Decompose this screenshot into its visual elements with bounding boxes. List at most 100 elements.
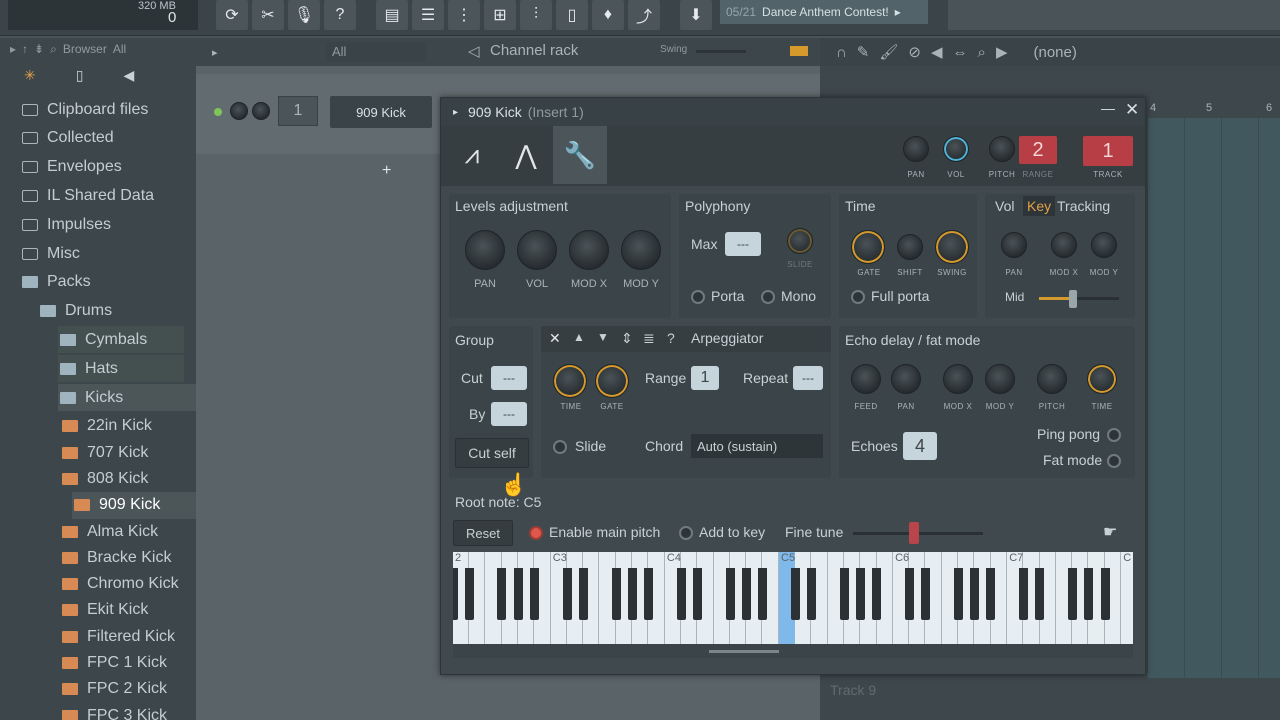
browser-item[interactable]: Drums — [40, 298, 112, 325]
pitch-knob[interactable] — [989, 136, 1015, 162]
max-voices-spinner[interactable]: --- — [725, 232, 761, 256]
hand-icon[interactable]: ☛ — [1103, 522, 1117, 542]
levels-pan-knob[interactable] — [465, 230, 505, 270]
black-key[interactable] — [578, 568, 588, 620]
black-key[interactable] — [513, 568, 523, 620]
levels-modx-knob[interactable] — [569, 230, 609, 270]
minimize-icon[interactable]: — — [1101, 100, 1115, 116]
black-key[interactable] — [725, 568, 735, 620]
white-key[interactable] — [1121, 552, 1133, 644]
browser-filter[interactable]: All — [113, 42, 126, 56]
channel-led[interactable] — [214, 108, 222, 116]
range-spinner[interactable]: 1 — [691, 366, 719, 390]
repeat-spinner[interactable]: --- — [793, 366, 823, 390]
news-hint-bar[interactable]: 05/21 Dance Anthem Contest! ▸ — [720, 0, 928, 24]
question-icon[interactable]: ? — [667, 330, 675, 346]
black-key[interactable] — [953, 568, 963, 620]
piano-keyboard[interactable]: 2 C3 C4 C5 C6 C7 C — [453, 552, 1133, 644]
add-channel-button[interactable]: + — [382, 162, 391, 180]
black-key[interactable] — [921, 568, 931, 620]
browser-item[interactable]: Clipboard files — [22, 96, 148, 123]
volume-knob[interactable] — [943, 136, 969, 162]
slide-knob[interactable] — [787, 228, 813, 254]
black-key[interactable] — [530, 568, 539, 620]
zoom-icon[interactable]: ⌕ — [978, 44, 986, 61]
black-key[interactable] — [807, 568, 817, 620]
browser-item[interactable]: Packs — [22, 269, 91, 296]
arp-time-knob[interactable] — [553, 364, 587, 398]
browser-item[interactable]: FPC 2 Kick — [62, 676, 167, 703]
speaker-icon[interactable]: ◀ — [123, 67, 134, 84]
browser-toggle-button[interactable]: ⤴ — [628, 0, 660, 30]
black-key[interactable] — [676, 568, 686, 620]
levels-vol-knob[interactable] — [517, 230, 557, 270]
ping-pong-radio[interactable] — [1107, 428, 1121, 442]
brush-icon[interactable]: 🖌 — [879, 43, 898, 61]
browser-item[interactable]: Collected — [22, 125, 114, 152]
file-icon[interactable]: ▯ — [76, 67, 84, 84]
swing-slider[interactable] — [696, 50, 746, 53]
add-to-key-radio[interactable] — [679, 526, 693, 540]
channel-pan-knob[interactable] — [230, 102, 248, 120]
browser-item[interactable]: 707 Kick — [62, 439, 148, 466]
slide-radio[interactable] — [553, 440, 567, 454]
browser-item[interactable]: Hats — [58, 355, 184, 383]
play-icon[interactable]: ▶ — [996, 43, 1008, 61]
echo-pan-knob[interactable] — [891, 364, 921, 394]
channel-vol-knob[interactable] — [252, 102, 270, 120]
tree-icon[interactable]: ⇟ — [34, 42, 44, 56]
black-key[interactable] — [644, 568, 654, 620]
mono-radio[interactable] — [761, 290, 775, 304]
mixer-track-value[interactable]: 1 — [1083, 136, 1133, 166]
black-key[interactable] — [872, 568, 882, 620]
echoes-spinner[interactable]: 4 — [903, 432, 937, 460]
black-key[interactable] — [904, 568, 914, 620]
reset-button[interactable]: Reset — [453, 520, 513, 546]
black-key[interactable] — [986, 568, 996, 620]
browser-item[interactable]: Filtered Kick — [62, 623, 175, 650]
plugin-title-bar[interactable]: ▸ 909 Kick (Insert 1) — ✕ — [441, 98, 1145, 126]
tab-envelope[interactable]: ⋀ — [499, 126, 553, 184]
black-key[interactable] — [1035, 568, 1045, 620]
full-porta-radio[interactable] — [851, 290, 865, 304]
black-key[interactable] — [562, 568, 572, 620]
rack-filter-dropdown[interactable]: All — [326, 42, 426, 62]
graph-editor-icon[interactable] — [790, 46, 808, 56]
tracking-mody-knob[interactable] — [1091, 232, 1117, 258]
browser-item[interactable]: Bracke Kick — [62, 544, 171, 571]
echo-mody-knob[interactable] — [985, 364, 1015, 394]
up-down-icon[interactable]: ⇕ — [621, 330, 633, 347]
mid-slider-handle[interactable] — [1069, 290, 1077, 308]
arrow-up-icon[interactable]: ▲ — [573, 330, 585, 344]
fat-mode-radio[interactable] — [1107, 454, 1121, 468]
browser-item[interactable]: Impulses — [22, 211, 111, 238]
black-key[interactable] — [758, 568, 768, 620]
chevron-right-icon[interactable]: ▸ — [453, 107, 458, 118]
browser-item[interactable]: FPC 1 Kick — [62, 650, 167, 677]
browser-item[interactable]: 22in Kick — [62, 413, 152, 440]
black-key[interactable] — [741, 568, 751, 620]
mixer-faders-button[interactable]: ⫶ — [520, 0, 552, 30]
black-key[interactable] — [611, 568, 621, 620]
browser-item[interactable]: Cymbals — [58, 326, 184, 354]
black-key[interactable] — [1019, 568, 1028, 620]
tab-misc[interactable]: 🔧 — [553, 126, 607, 184]
black-key[interactable] — [856, 568, 865, 620]
channel-name-button[interactable]: 909 Kick — [330, 96, 432, 128]
pencil-icon[interactable]: ✎ — [857, 43, 870, 61]
echo-modx-knob[interactable] — [943, 364, 973, 394]
arp-gate-knob[interactable] — [595, 364, 629, 398]
black-key[interactable] — [693, 568, 702, 620]
time-swing-knob[interactable] — [935, 230, 969, 264]
browser-item[interactable]: Envelopes — [22, 154, 122, 181]
black-key[interactable] — [839, 568, 849, 620]
close-icon[interactable]: ✕ — [1125, 100, 1139, 120]
browser-item[interactable]: Misc — [22, 240, 80, 267]
close-icon[interactable]: ✕ — [549, 330, 561, 347]
black-key[interactable] — [627, 568, 637, 620]
black-key[interactable] — [970, 568, 980, 620]
keyboard-scrollbar[interactable] — [453, 644, 1133, 658]
mute-icon[interactable]: ⊘ — [908, 43, 921, 61]
recording-button[interactable]: 🎙 — [288, 0, 320, 30]
plugin-picker-button[interactable]: ♦ — [592, 0, 624, 30]
